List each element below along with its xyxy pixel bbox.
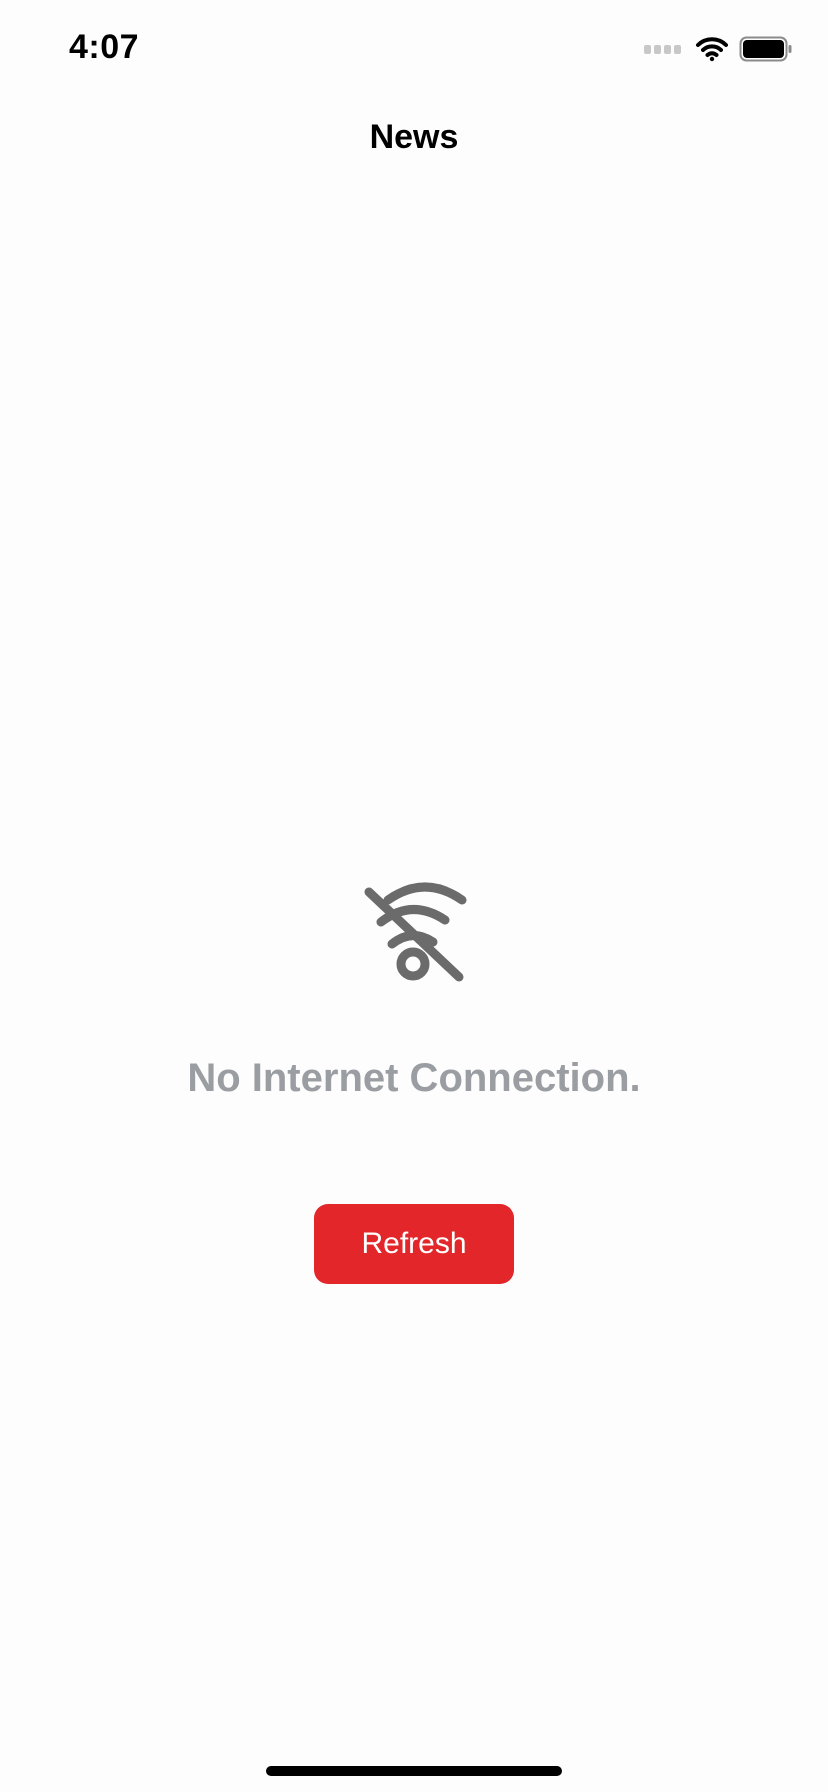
status-time: 4:07 bbox=[69, 28, 140, 66]
home-indicator[interactable] bbox=[266, 1766, 562, 1776]
status-icons bbox=[644, 36, 793, 62]
battery-icon bbox=[739, 36, 792, 62]
signal-bars-icon bbox=[644, 44, 681, 54]
refresh-button[interactable]: Refresh bbox=[314, 1204, 514, 1284]
status-bar: 4:07 bbox=[0, 0, 828, 100]
wifi-off-icon bbox=[364, 882, 467, 982]
no-connection-message: No Internet Connection. bbox=[187, 1056, 641, 1100]
page-title: News bbox=[369, 118, 459, 156]
wifi-icon bbox=[695, 36, 729, 62]
